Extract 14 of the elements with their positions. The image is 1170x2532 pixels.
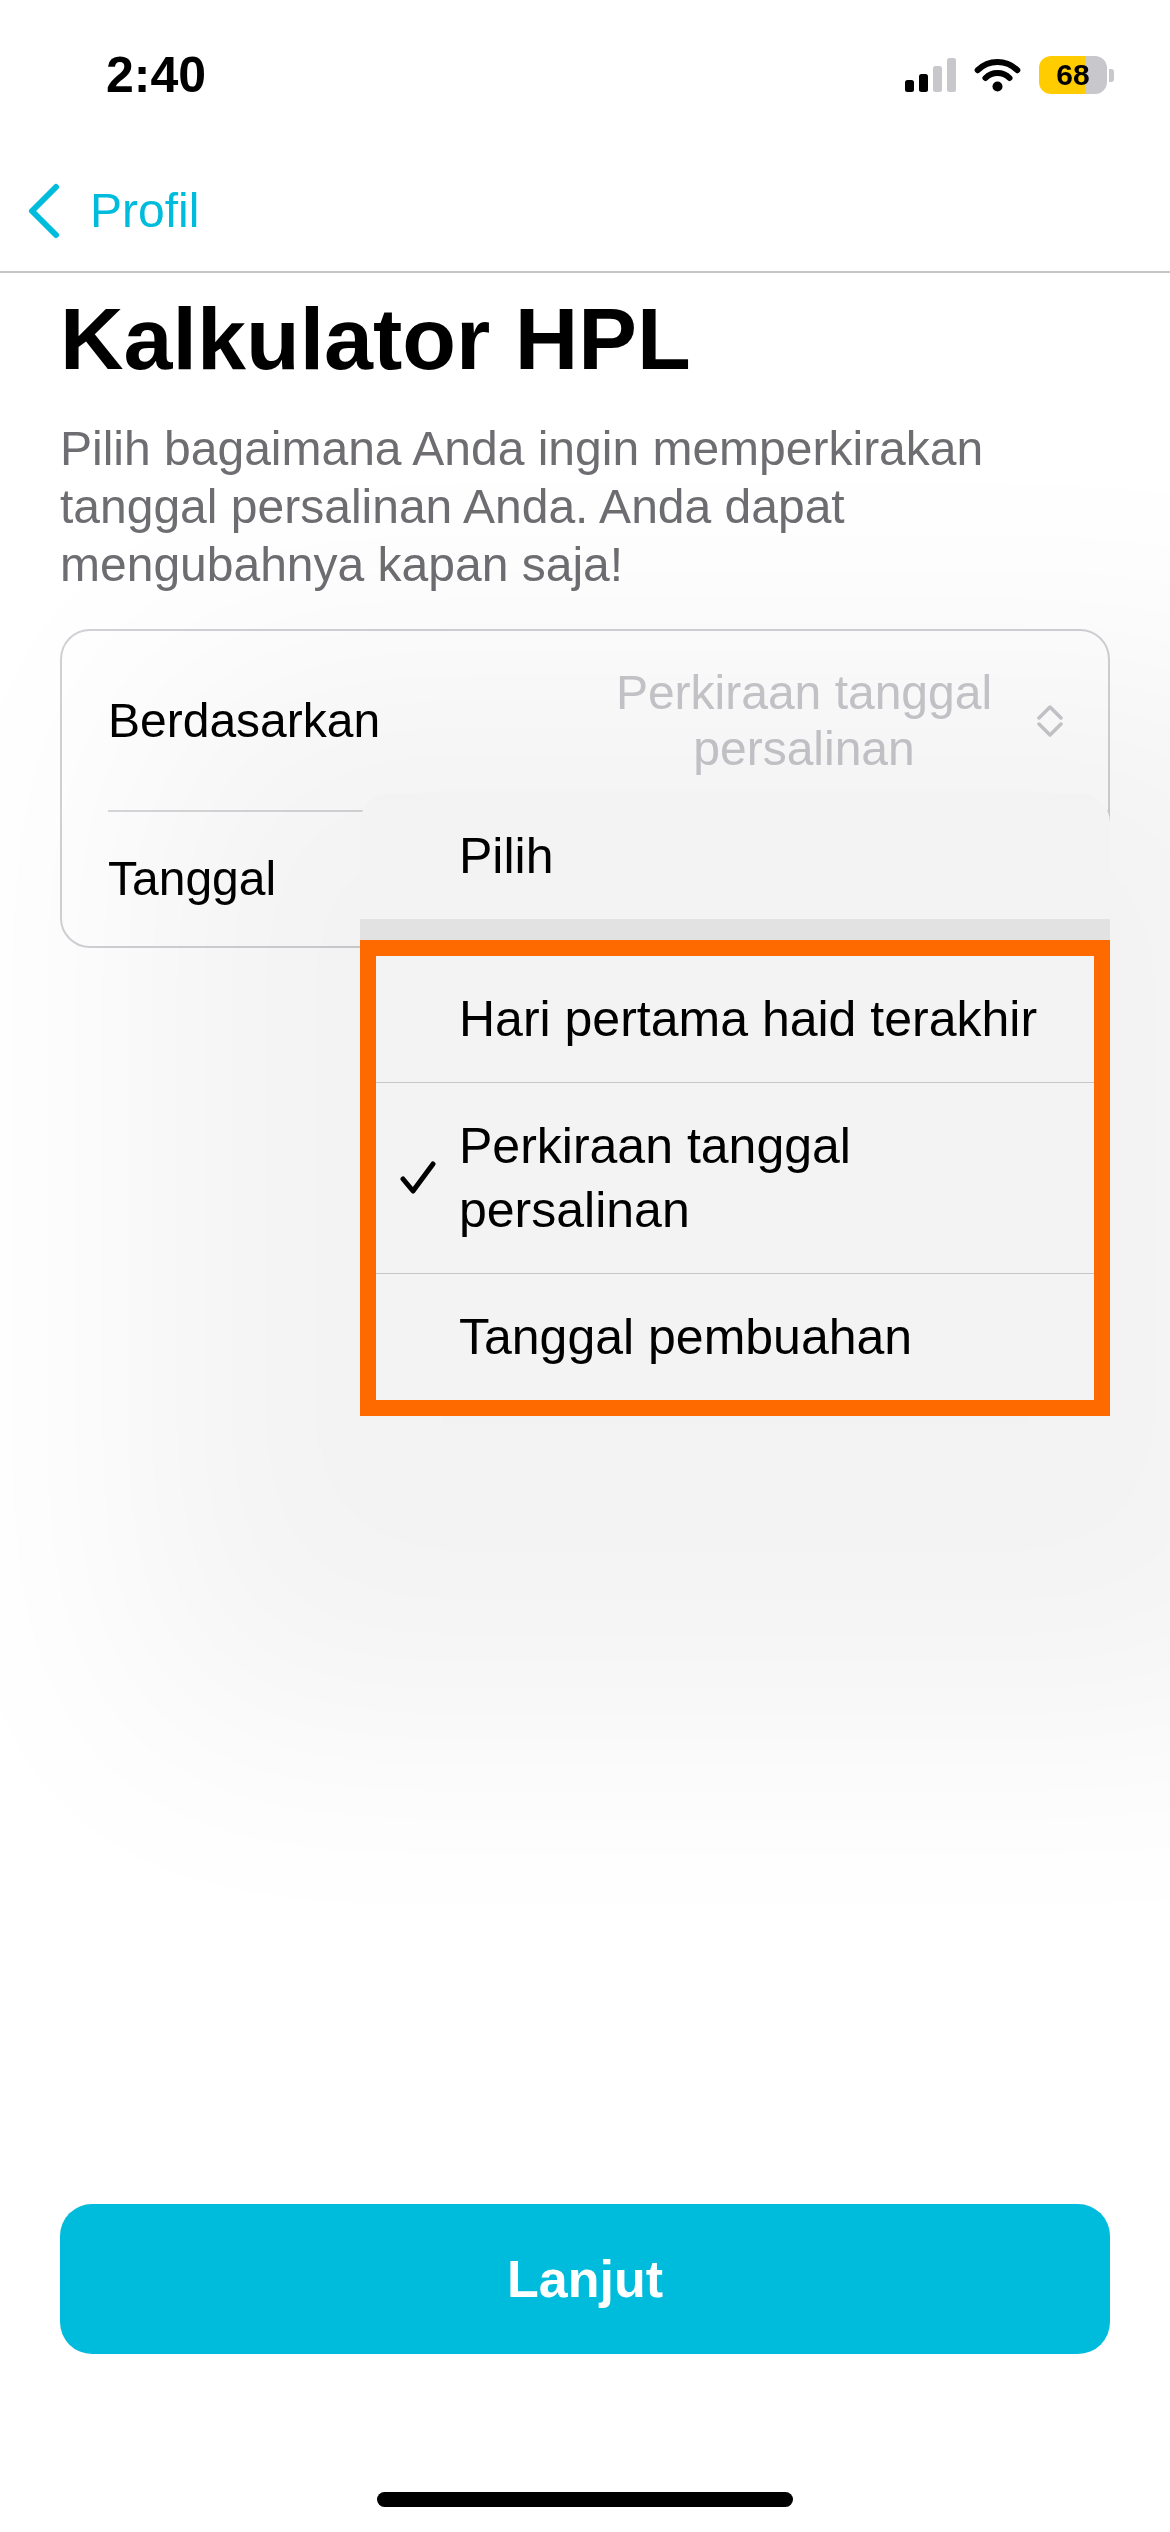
menu-item[interactable]: Tanggal pembuahan — [376, 1273, 1094, 1400]
field-label: Tanggal — [108, 851, 277, 907]
back-icon — [28, 182, 60, 239]
signal-icon — [905, 58, 956, 92]
status-time: 2:40 — [106, 50, 207, 100]
chevrons-up-down-icon — [1037, 704, 1063, 737]
field-label: Berdasarkan — [108, 692, 381, 749]
description-text: Pilih bagaimana Anda ingin memperkirakan tanggal persalinan Anda. Anda dapat mengubahnya kapan saja! — [60, 421, 985, 593]
check-icon — [400, 1161, 436, 1195]
menu-item[interactable]: Pilih — [376, 793, 1094, 919]
page-title: Kalkulator HPL — [60, 290, 692, 387]
menu-item[interactable]: Perkiraan tanggal persalinan — [376, 1082, 1094, 1273]
menu-item[interactable]: Hari pertama haid terakhir — [376, 956, 1094, 1082]
wifi-icon — [974, 57, 1021, 93]
